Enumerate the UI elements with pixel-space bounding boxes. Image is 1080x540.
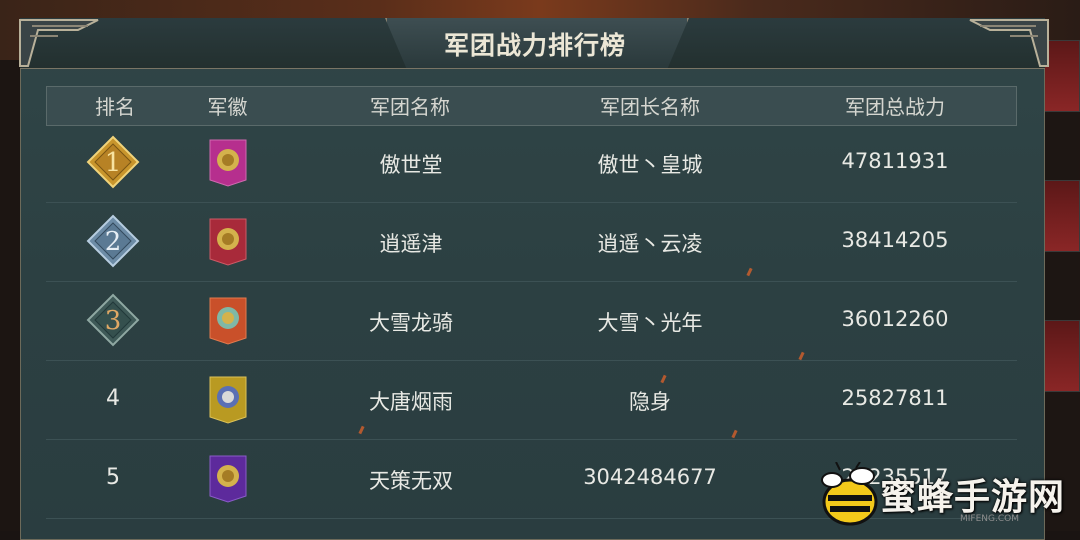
header-leader-name: 军团长名称 [600, 95, 700, 119]
header-legion-name: 军团名称 [370, 95, 450, 119]
corner-ornament-right-icon [969, 19, 1049, 67]
header-power: 军团总战力 [845, 95, 945, 119]
leader-name: 隐身 [629, 390, 671, 414]
background-card [1042, 180, 1080, 252]
rank-number: 4 [106, 386, 120, 411]
rank-number: 5 [106, 465, 120, 490]
leader-name: 大雪丶光年 [597, 311, 703, 335]
rank-silver-badge-icon: 2 [86, 214, 140, 268]
corner-ornament-left-icon [19, 19, 99, 67]
game-background-left [0, 60, 20, 531]
svg-text:3: 3 [105, 306, 122, 336]
watermark-subtext: MIFENG.COM [960, 514, 1019, 524]
legion-emblem-orange-icon [208, 296, 248, 346]
legion-emblem-red-icon [208, 217, 248, 267]
rank-bronze-badge-icon: 3 [86, 293, 140, 347]
legion-name: 大雪龙骑 [369, 311, 453, 335]
legion-power: 36012260 [841, 307, 949, 331]
page-title: 军团战力排行榜 [443, 31, 626, 60]
legion-name: 逍遥津 [379, 232, 443, 256]
legion-name: 傲世堂 [379, 153, 443, 177]
legion-name: 大唐烟雨 [369, 390, 453, 414]
svg-text:1: 1 [105, 148, 122, 178]
legion-power: 25827811 [841, 386, 949, 410]
legion-emblem-purple-icon [208, 454, 248, 504]
table-row[interactable]: 3 大雪龙骑 大雪丶光年 36012260 [46, 282, 1017, 360]
background-card [1042, 320, 1080, 392]
table-row[interactable]: 1 傲世堂 傲世丶皇城 47811931 [46, 124, 1017, 202]
rank-gold-badge-icon: 1 [86, 135, 140, 189]
leader-name: 3042484677 [583, 465, 717, 489]
legion-emblem-gold-icon [208, 375, 248, 425]
table-row[interactable]: 2 逍遥津 逍遥丶云凌 38414205 [46, 203, 1017, 281]
game-background-right [1040, 40, 1080, 531]
legion-name: 天策无双 [369, 469, 453, 493]
leader-name: 逍遥丶云凌 [597, 232, 703, 256]
table-row[interactable]: 4 大唐烟雨 隐身 25827811 [46, 361, 1017, 439]
watermark-text: 蜜蜂手游网 [880, 476, 1066, 518]
header-rank: 排名 [95, 95, 135, 119]
header-emblem: 军徽 [207, 95, 248, 119]
legion-power: 38414205 [841, 228, 949, 252]
legion-power: 47811931 [841, 149, 949, 173]
leader-name: 傲世丶皇城 [597, 153, 703, 177]
legion-emblem-magenta-icon [208, 138, 248, 188]
svg-text:2: 2 [105, 227, 122, 257]
